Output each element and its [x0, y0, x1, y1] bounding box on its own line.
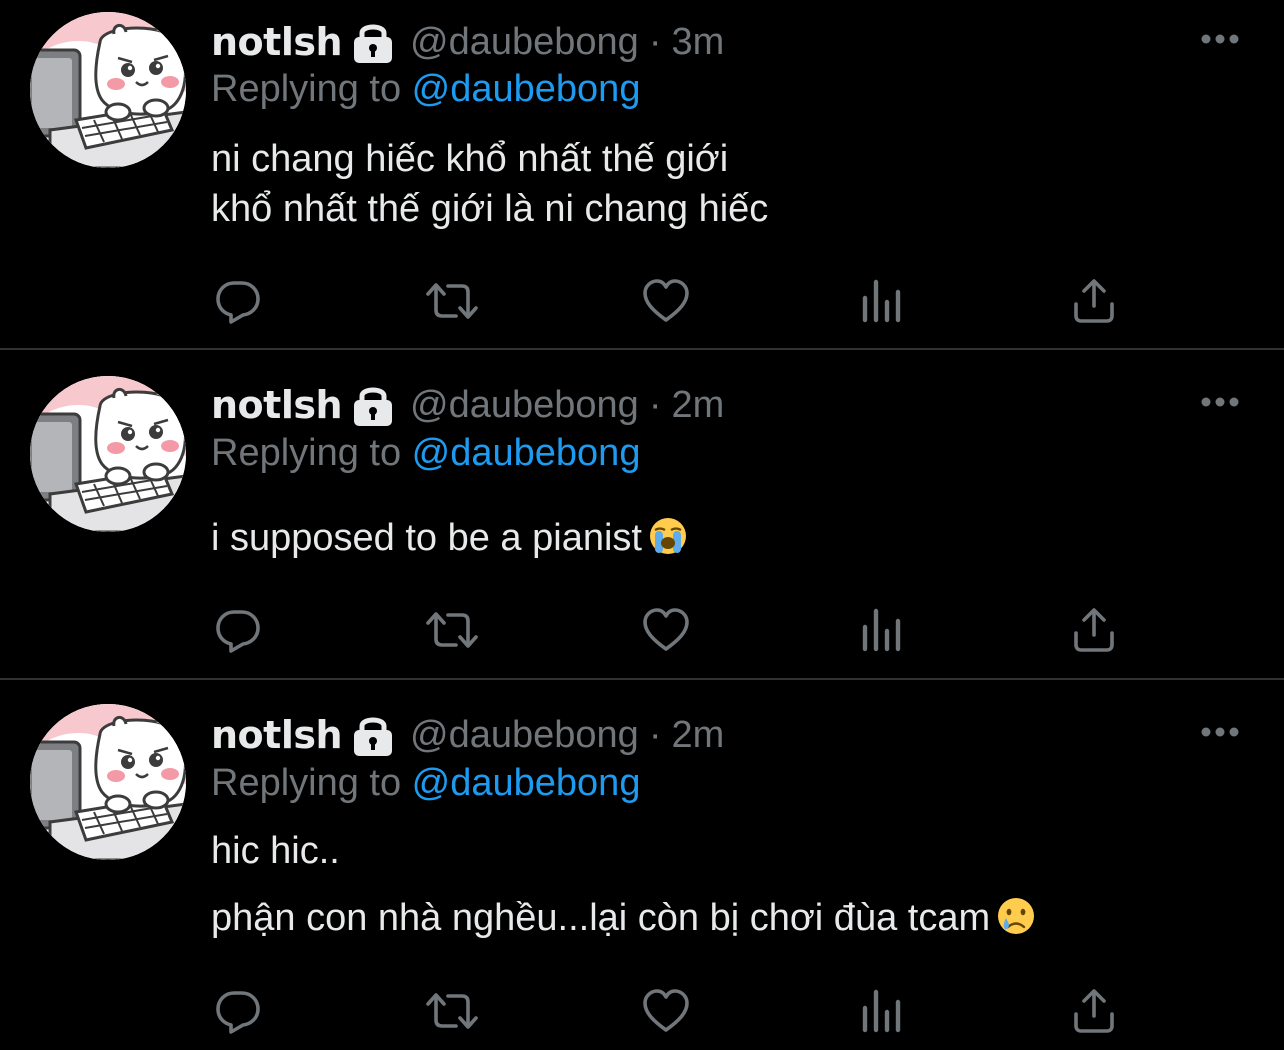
- avatar[interactable]: [30, 12, 186, 168]
- share-icon[interactable]: [1069, 986, 1119, 1036]
- tweet-header: notlsh @daubebong · 3m: [211, 18, 724, 66]
- retweet-icon[interactable]: [424, 986, 480, 1036]
- lock-icon: [352, 382, 394, 428]
- share-icon[interactable]: [1069, 605, 1119, 655]
- replying-to: Replying to @daubebong: [211, 762, 640, 805]
- more-options-icon[interactable]: [1200, 395, 1240, 409]
- separator-dot: ·: [648, 383, 662, 426]
- reply-mention-link[interactable]: @daubebong: [412, 68, 641, 110]
- tweet-header: notlsh @daubebong · 2m: [211, 381, 724, 429]
- tweet-text-line: i supposed to be a pianist: [211, 516, 688, 560]
- replying-to-label: Replying to: [211, 432, 412, 474]
- separator-dot: ·: [648, 713, 662, 756]
- action-bar: [0, 605, 1284, 655]
- reply-mention-link[interactable]: @daubebong: [412, 432, 641, 474]
- replying-to: Replying to @daubebong: [211, 432, 640, 475]
- user-handle[interactable]: @daubebong: [410, 714, 639, 757]
- retweet-icon[interactable]: [424, 276, 480, 326]
- like-icon[interactable]: [641, 276, 691, 326]
- hamster-at-computer-avatar: [30, 12, 186, 168]
- tweet-text-line: phận con nhà nghều...lại còn bị chơi đùa…: [211, 896, 1036, 940]
- hamster-at-computer-avatar: [30, 376, 186, 532]
- hamster-at-computer-avatar: [30, 704, 186, 860]
- action-bar: [0, 986, 1284, 1036]
- reply-icon[interactable]: [213, 276, 263, 326]
- tweet[interactable]: notlsh @daubebong · 3m Replying to @daub…: [0, 0, 1284, 348]
- display-name[interactable]: notlsh: [211, 20, 343, 64]
- user-handle[interactable]: @daubebong: [410, 21, 639, 64]
- more-options-icon[interactable]: [1200, 32, 1240, 46]
- tweet[interactable]: notlsh @daubebong · 2m Replying to @daub…: [0, 680, 1284, 1050]
- like-icon[interactable]: [641, 605, 691, 655]
- lock-icon: [352, 712, 394, 758]
- tweet[interactable]: notlsh @daubebong · 2m Replying to @daub…: [0, 350, 1284, 678]
- avatar[interactable]: [30, 376, 186, 532]
- reply-icon[interactable]: [213, 605, 263, 655]
- action-bar: [0, 276, 1284, 326]
- retweet-icon[interactable]: [424, 605, 480, 655]
- lock-icon: [352, 19, 394, 65]
- display-name[interactable]: notlsh: [211, 713, 343, 757]
- tweet-text-line: khổ nhất thế giới là ni chang hiếc: [211, 188, 769, 230]
- tweet-header: notlsh @daubebong · 2m: [211, 711, 724, 759]
- timestamp[interactable]: 2m: [671, 714, 724, 757]
- share-icon[interactable]: [1069, 276, 1119, 326]
- tweet-text: phận con nhà nghều...lại còn bị chơi đùa…: [211, 897, 991, 939]
- timestamp[interactable]: 2m: [671, 384, 724, 427]
- timestamp[interactable]: 3m: [671, 21, 724, 64]
- display-name[interactable]: notlsh: [211, 383, 343, 427]
- crying-face-emoji: [996, 896, 1036, 936]
- views-icon[interactable]: [857, 986, 907, 1036]
- avatar[interactable]: [30, 704, 186, 860]
- replying-to-label: Replying to: [211, 68, 412, 110]
- tweet-text-line: ni chang hiếc khổ nhất thế giới: [211, 138, 729, 180]
- more-options-icon[interactable]: [1200, 725, 1240, 739]
- replying-to-label: Replying to: [211, 762, 412, 804]
- views-icon[interactable]: [857, 605, 907, 655]
- views-icon[interactable]: [857, 276, 907, 326]
- tweet-text: i supposed to be a pianist: [211, 517, 642, 559]
- tweet-text-line: hic hic..: [211, 830, 340, 872]
- user-handle[interactable]: @daubebong: [410, 384, 639, 427]
- like-icon[interactable]: [641, 986, 691, 1036]
- separator-dot: ·: [648, 20, 662, 63]
- reply-mention-link[interactable]: @daubebong: [412, 762, 641, 804]
- loudly-crying-face-emoji: [648, 516, 688, 556]
- replying-to: Replying to @daubebong: [211, 68, 640, 111]
- reply-icon[interactable]: [213, 986, 263, 1036]
